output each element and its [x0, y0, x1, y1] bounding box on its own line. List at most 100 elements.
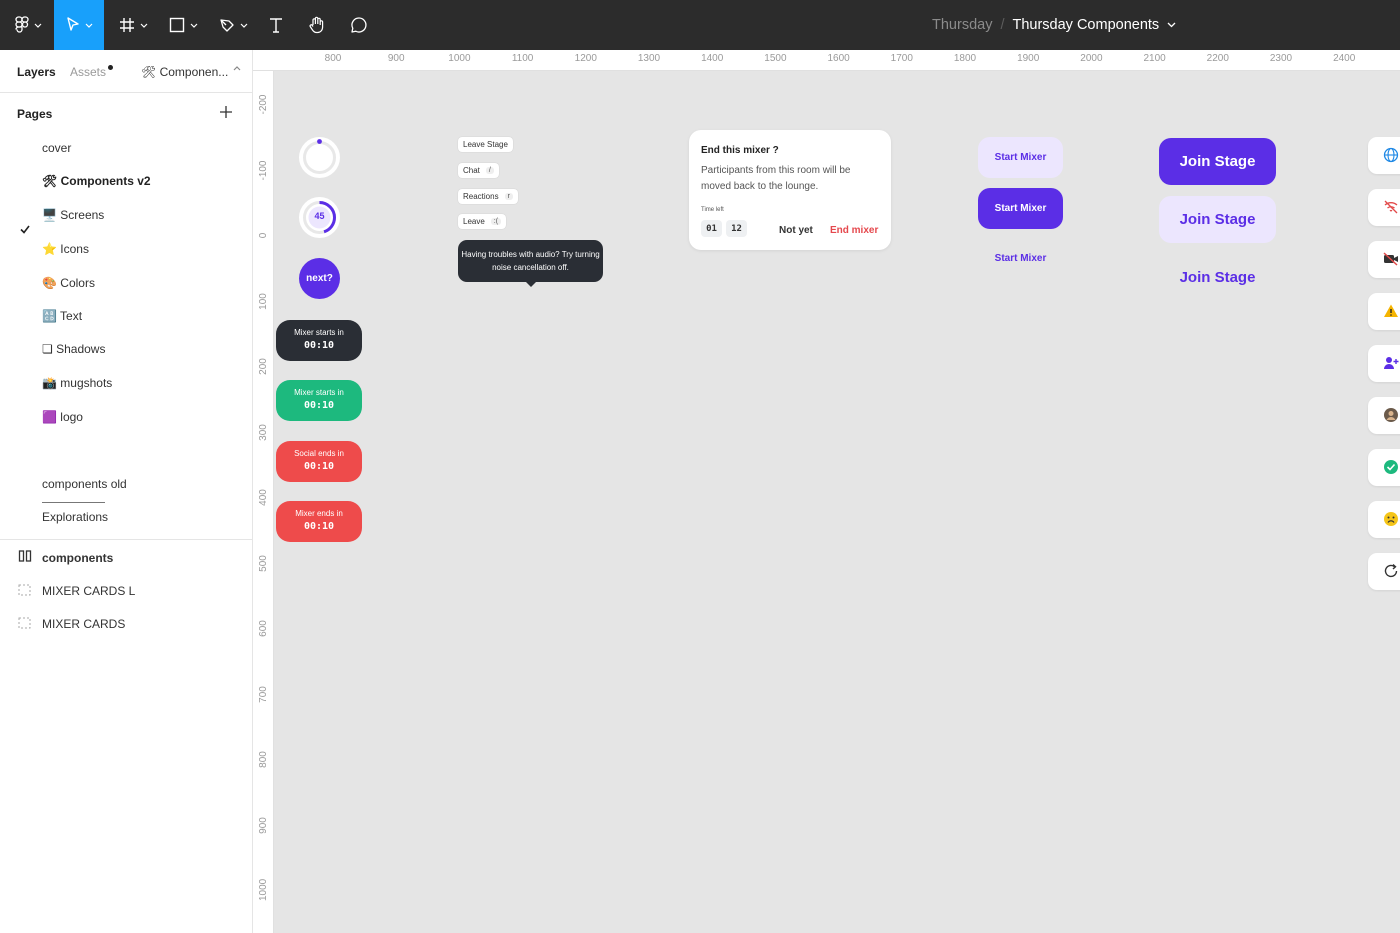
check-circle-icon	[1384, 460, 1398, 474]
page-item-icons[interactable]: ⭐ Icons	[42, 242, 89, 256]
ruler-top-label: 1800	[953, 53, 977, 64]
timer-label: Social ends in	[294, 449, 344, 458]
page-item-screens[interactable]: 🖥️ Screens	[42, 208, 104, 222]
ruler-left-label: 1000	[258, 878, 269, 901]
add-page-icon[interactable]	[218, 104, 234, 120]
progress-ring-empty[interactable]	[299, 137, 340, 178]
ruler-left-label: 200	[258, 358, 269, 375]
join-stage-button-text[interactable]: Join Stage	[1159, 254, 1276, 301]
mixer-starts-timer-green[interactable]: Mixer starts in 00:10	[276, 380, 362, 421]
document-title[interactable]: Thursday / Thursday Components	[932, 0, 1176, 50]
cursor-icon	[66, 17, 79, 31]
page-item-mugshots[interactable]: 📸 mugshots	[42, 376, 112, 390]
current-page-selector[interactable]: 🛠 Componen...	[141, 65, 228, 79]
ruler-top-label: 900	[387, 53, 405, 64]
social-ends-timer[interactable]: Social ends in 00:10	[276, 441, 362, 482]
not-yet-button[interactable]: Not yet	[779, 225, 813, 236]
move-tool-button[interactable]	[54, 0, 104, 50]
page-item-explorations[interactable]: Explorations	[42, 510, 108, 524]
end-mixer-button[interactable]: End mixer	[830, 225, 878, 236]
hand-tool-button[interactable]	[302, 0, 332, 50]
timer-label: Mixer starts in	[294, 328, 344, 337]
modal-title: End this mixer ?	[701, 145, 779, 156]
shape-tool-button[interactable]	[160, 0, 206, 50]
page-item-text[interactable]: 🔠 Text	[42, 309, 82, 323]
wifi-off-icon	[1384, 200, 1398, 214]
chevron-down-icon[interactable]	[1167, 22, 1176, 28]
icon-tile-warning[interactable]	[1368, 293, 1400, 330]
tab-assets[interactable]: Assets	[70, 65, 106, 79]
page-item-cover[interactable]: cover	[42, 141, 71, 155]
next-button[interactable]: next?	[299, 258, 340, 299]
frame-icon	[119, 18, 134, 32]
icon-tile-avatar[interactable]	[1368, 397, 1400, 434]
timer-label: Mixer ends in	[295, 509, 343, 518]
timer-value: 00:10	[303, 340, 335, 351]
timer-value: 00:10	[303, 461, 335, 472]
icon-tile-sad-face[interactable]	[1368, 501, 1400, 538]
layer-components[interactable]: components	[42, 551, 113, 565]
comment-icon	[351, 17, 367, 33]
tab-layers[interactable]: Layers	[17, 65, 56, 79]
page-item-components-v2[interactable]: 🛠 Components v2	[42, 174, 151, 188]
canvas[interactable]: 45 next? Mixer starts in 00:10 Mixer sta…	[274, 71, 1400, 933]
sidebar-tabs: Layers Assets 🛠 Componen...	[0, 50, 252, 93]
join-stage-button-primary[interactable]: Join Stage	[1159, 138, 1276, 185]
ruler-left-label: 800	[258, 751, 269, 768]
chevron-down-icon	[190, 23, 197, 28]
camera-off-icon	[1383, 252, 1398, 266]
pages-header: Pages	[17, 107, 53, 121]
title-separator: /	[1000, 17, 1005, 33]
layer-mixer-cards[interactable]: MIXER CARDS	[42, 617, 125, 631]
leave-chip[interactable]: Leave:(	[458, 214, 507, 229]
globe-icon	[1383, 147, 1399, 163]
icon-tile-check[interactable]	[1368, 449, 1400, 486]
icon-tile-refresh[interactable]	[1368, 553, 1400, 590]
ruler-top: 800 900 1000 1100 1200 1300 1400 1500 1600 1700 18…	[253, 50, 1400, 71]
timer-value: 00:10	[303, 521, 335, 532]
page-divider[interactable]	[42, 502, 105, 503]
ruler-left-label: 400	[258, 489, 269, 506]
icon-tile-globe[interactable]	[1368, 137, 1400, 174]
page-item-colors[interactable]: 🎨 Colors	[42, 276, 95, 290]
frame-tool-button[interactable]	[110, 0, 156, 50]
main-menu-button[interactable]	[4, 0, 52, 50]
user-plus-icon	[1384, 357, 1399, 369]
comment-tool-button[interactable]	[344, 0, 374, 50]
ruler-left-label: 700	[258, 685, 269, 703]
ruler-top-label: 1700	[890, 53, 913, 64]
page-item-shadows[interactable]: ❏ Shadows	[42, 342, 105, 356]
start-mixer-button-secondary[interactable]: Start Mixer	[978, 137, 1063, 178]
ruler-left-label: 0	[258, 232, 269, 239]
figma-logo-icon	[14, 16, 29, 33]
ruler-top-label: 2400	[1333, 53, 1356, 64]
progress-ring-45[interactable]: 45	[299, 197, 340, 238]
chat-chip[interactable]: Chat /	[458, 163, 499, 178]
mixer-ends-timer[interactable]: Mixer ends in 00:10	[276, 501, 362, 542]
chip-label: Leave	[463, 217, 485, 226]
icon-tile-wifi-off[interactable]	[1368, 189, 1400, 226]
file-name[interactable]: Thursday Components	[1012, 17, 1159, 33]
icon-tile-user-plus[interactable]	[1368, 345, 1400, 382]
ruler-top-label: 2200	[1206, 53, 1229, 64]
sad-face-icon	[1384, 512, 1398, 526]
text-tool-button[interactable]	[262, 0, 290, 50]
page-item-logo[interactable]: 🟪 logo	[42, 410, 83, 424]
start-mixer-button-text[interactable]: Start Mixer	[978, 238, 1063, 279]
icon-tile-camera-off[interactable]	[1368, 241, 1400, 278]
mixer-starts-timer-dark[interactable]: Mixer starts in 00:10	[276, 320, 362, 361]
ruler-top-label: 1900	[1017, 53, 1040, 64]
reactions-chip[interactable]: Reactions r	[458, 189, 518, 204]
project-name[interactable]: Thursday	[932, 17, 992, 33]
chevron-up-icon[interactable]	[233, 66, 241, 71]
end-mixer-modal: End this mixer ? Participants from this …	[689, 130, 891, 250]
layer-mixer-cards-l[interactable]: MIXER CARDS L	[42, 584, 135, 598]
start-mixer-button-primary[interactable]: Start Mixer	[978, 188, 1063, 229]
pen-tool-button[interactable]	[210, 0, 256, 50]
rectangle-icon	[169, 17, 184, 33]
ruler-left-label: -100	[258, 160, 269, 181]
refresh-icon	[1384, 563, 1398, 578]
leave-stage-chip[interactable]: Leave Stage	[458, 137, 513, 152]
join-stage-button-secondary[interactable]: Join Stage	[1159, 196, 1276, 243]
page-item-components-old[interactable]: components old	[42, 477, 127, 491]
